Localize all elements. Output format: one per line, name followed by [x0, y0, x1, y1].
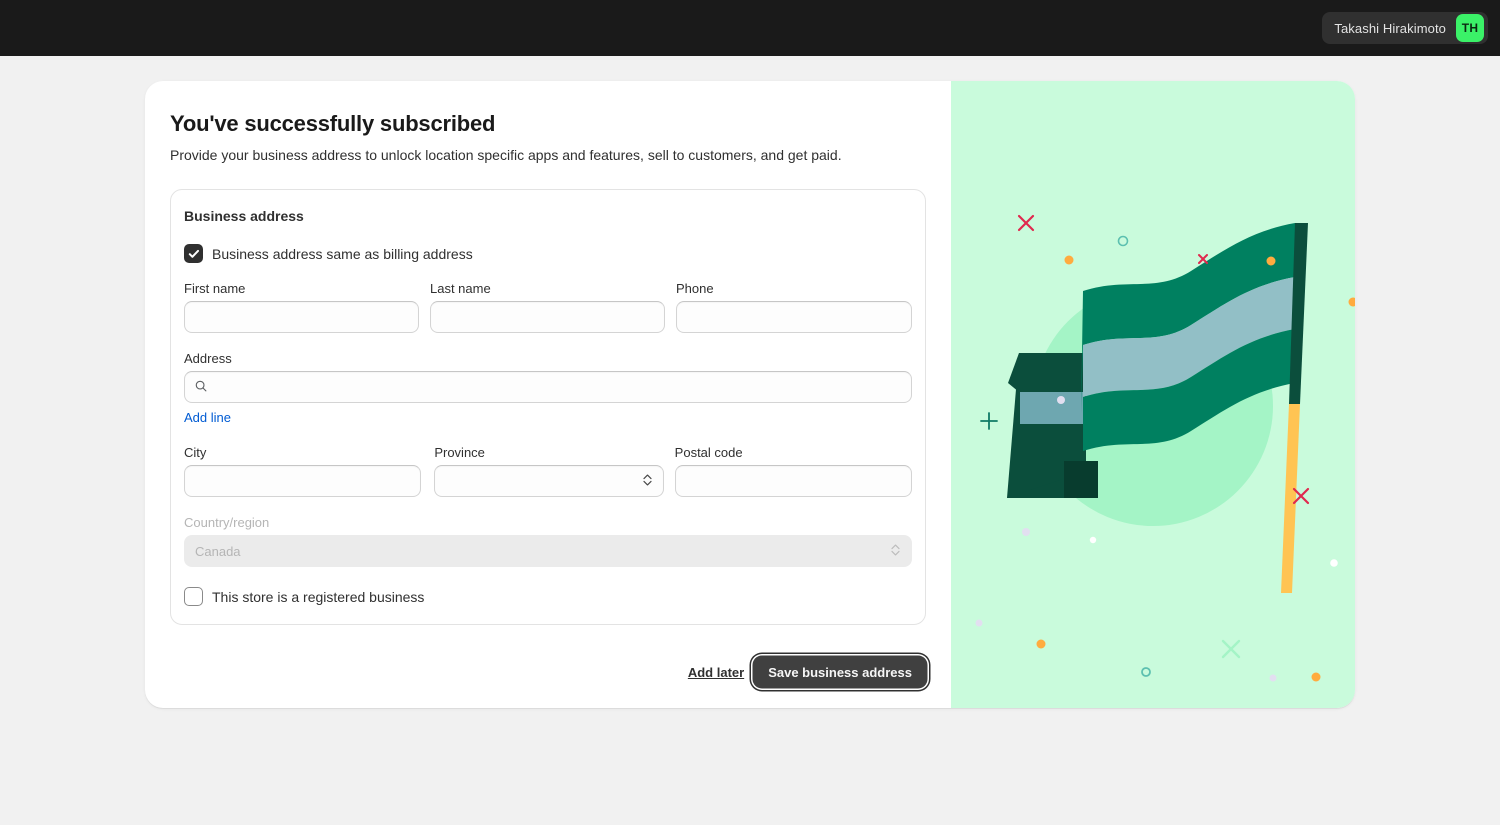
phone-label: Phone [676, 281, 714, 296]
province-field-group: Province [434, 445, 664, 497]
flag-celebration-illustration [951, 81, 1355, 708]
page-subtitle: Provide your business address to unlock … [170, 147, 842, 163]
avatar: TH [1456, 14, 1484, 42]
registered-business-label: This store is a registered business [212, 588, 425, 605]
checkbox-unchecked-icon[interactable] [184, 587, 203, 606]
address-input[interactable] [184, 371, 912, 403]
registered-business-row[interactable]: This store is a registered business [184, 587, 912, 606]
city-label: City [184, 445, 207, 460]
user-menu-button[interactable]: Takashi Hirakimoto TH [1322, 12, 1488, 44]
chevron-updown-icon [642, 472, 653, 491]
last-name-field-group: Last name [430, 281, 665, 333]
first-name-input[interactable] [184, 301, 419, 333]
page-body: You've successfully subscribed Provide y… [0, 56, 1500, 825]
postal-code-input[interactable] [674, 465, 912, 497]
phone-input[interactable] [676, 301, 912, 333]
country-select: Canada [184, 535, 912, 567]
first-name-label: First name [184, 281, 246, 296]
postal-code-field-group: Postal code [674, 445, 912, 497]
last-name-input[interactable] [430, 301, 665, 333]
same-as-billing-label: Business address same as billing address [212, 245, 473, 262]
user-name-label: Takashi Hirakimoto [1334, 20, 1446, 36]
same-as-billing-row[interactable]: Business address same as billing address [184, 244, 912, 263]
country-label: Country/region [184, 515, 270, 530]
address-label: Address [184, 351, 232, 366]
name-phone-row: First name Last name Phone [184, 281, 912, 333]
first-name-field-group: First name [184, 281, 419, 333]
add-line-link[interactable]: Add line [184, 410, 231, 425]
add-later-button[interactable]: Add later [688, 665, 744, 680]
top-bar: Takashi Hirakimoto TH [0, 0, 1500, 56]
city-province-postal-row: City Province Postal code [184, 445, 912, 497]
postal-code-label: Postal code [674, 445, 743, 460]
province-label: Province [434, 445, 485, 460]
city-field-group: City [184, 445, 422, 497]
country-select-value: Canada [195, 543, 241, 559]
save-business-address-button[interactable]: Save business address [754, 657, 926, 687]
address-field-group: Address [184, 351, 912, 403]
form-panel: You've successfully subscribed Provide y… [145, 81, 951, 708]
business-address-section: Business address Business address same a… [170, 189, 926, 625]
search-icon [194, 379, 208, 396]
country-row: Country/region Canada [184, 515, 912, 567]
address-row: Address [184, 351, 912, 403]
province-select[interactable] [434, 465, 664, 497]
last-name-label: Last name [430, 281, 491, 296]
city-input[interactable] [184, 465, 422, 497]
chevron-updown-icon [890, 542, 901, 561]
subscription-card: You've successfully subscribed Provide y… [145, 81, 1355, 708]
page-title: You've successfully subscribed [170, 111, 496, 136]
phone-field-group: Phone [676, 281, 912, 333]
checkbox-checked-icon[interactable] [184, 244, 203, 263]
form-actions: Add later Save business address [688, 657, 926, 687]
section-title: Business address [184, 208, 304, 224]
country-field-group: Country/region Canada [184, 515, 912, 567]
